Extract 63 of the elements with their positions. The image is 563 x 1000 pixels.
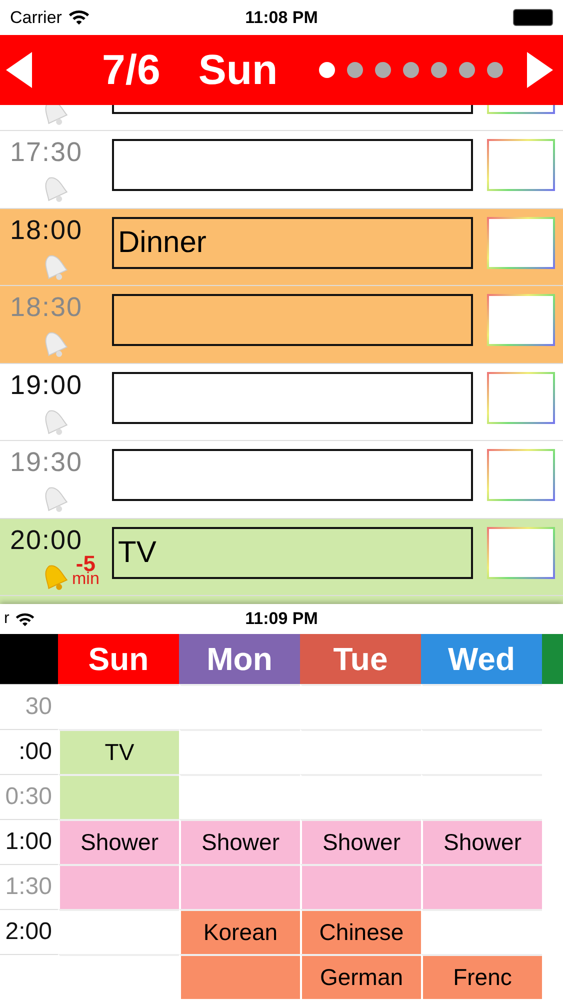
time-label: 1:00 — [5, 828, 52, 856]
schedule-cell[interactable]: Shower — [179, 819, 300, 864]
time-label: 20:00 — [10, 524, 83, 556]
schedule-cell[interactable]: Shower — [300, 819, 421, 864]
done-checkbox[interactable] — [487, 294, 555, 346]
wifi-icon — [15, 612, 36, 626]
schedule-cell[interactable] — [58, 864, 179, 909]
day-tab[interactable]: Mon — [179, 634, 300, 684]
done-checkbox[interactable] — [487, 216, 555, 268]
page-dot[interactable] — [459, 62, 475, 78]
schedule-cell[interactable]: Shower — [58, 819, 179, 864]
schedule-cell[interactable]: TV — [58, 729, 179, 774]
schedule-cell[interactable] — [421, 864, 542, 909]
carrier-label: Carrier — [10, 8, 62, 28]
schedule-cell[interactable]: German — [300, 954, 421, 999]
page-dot[interactable] — [319, 62, 335, 78]
alarm-offset: -5 min — [72, 554, 100, 586]
page-dot[interactable] — [431, 62, 447, 78]
carrier-label: r — [4, 610, 10, 628]
clock: 11:09 PM — [245, 609, 318, 628]
schedule-cell[interactable]: Chinese — [300, 909, 421, 954]
schedule-cell[interactable]: Shower — [421, 819, 542, 864]
page-dot[interactable] — [403, 62, 419, 78]
day-tab[interactable] — [542, 634, 563, 684]
time-label: 30 — [25, 693, 52, 721]
day-tab[interactable] — [0, 634, 58, 684]
done-checkbox[interactable] — [487, 526, 555, 578]
page-dot[interactable] — [375, 62, 391, 78]
next-day-button[interactable] — [527, 52, 553, 88]
wifi-icon — [68, 9, 90, 26]
day-tab[interactable]: Sun — [58, 634, 179, 684]
time-label: 1:30 — [5, 873, 52, 901]
date-label: 7/6 — [102, 46, 160, 94]
time-label: :00 — [18, 738, 52, 766]
event-field[interactable]: TV — [112, 526, 473, 578]
time-label: 19:30 — [10, 447, 83, 478]
event-field[interactable] — [112, 449, 473, 501]
time-label: 19:00 — [10, 370, 83, 400]
event-field[interactable] — [112, 294, 473, 346]
schedule-cell[interactable] — [58, 774, 179, 819]
previous-day-button[interactable] — [6, 52, 32, 88]
time-label: 17:30 — [10, 137, 83, 168]
page-dot[interactable] — [487, 62, 503, 78]
event-field[interactable] — [112, 372, 473, 424]
done-checkbox[interactable] — [487, 139, 555, 191]
page-dot[interactable] — [347, 62, 363, 78]
schedule-cell[interactable]: Frenc — [421, 954, 542, 999]
schedule-cell[interactable]: Korean — [179, 909, 300, 954]
schedule-cell[interactable] — [179, 954, 300, 999]
done-checkbox[interactable] — [487, 372, 555, 424]
event-field[interactable]: Dinner — [112, 216, 473, 268]
battery-icon — [513, 9, 553, 26]
time-label: 2:00 — [5, 918, 52, 946]
done-checkbox[interactable] — [487, 449, 555, 501]
time-label: 0:30 — [5, 783, 52, 811]
clock: 11:08 PM — [245, 8, 318, 26]
schedule-cell[interactable] — [300, 864, 421, 909]
time-label: 18:30 — [10, 292, 83, 323]
schedule-cell[interactable] — [179, 864, 300, 909]
day-tab[interactable]: Tue — [300, 634, 421, 684]
weekday-label: Sun — [198, 46, 278, 94]
time-label: 18:00 — [10, 214, 83, 246]
event-field[interactable] — [112, 139, 473, 191]
